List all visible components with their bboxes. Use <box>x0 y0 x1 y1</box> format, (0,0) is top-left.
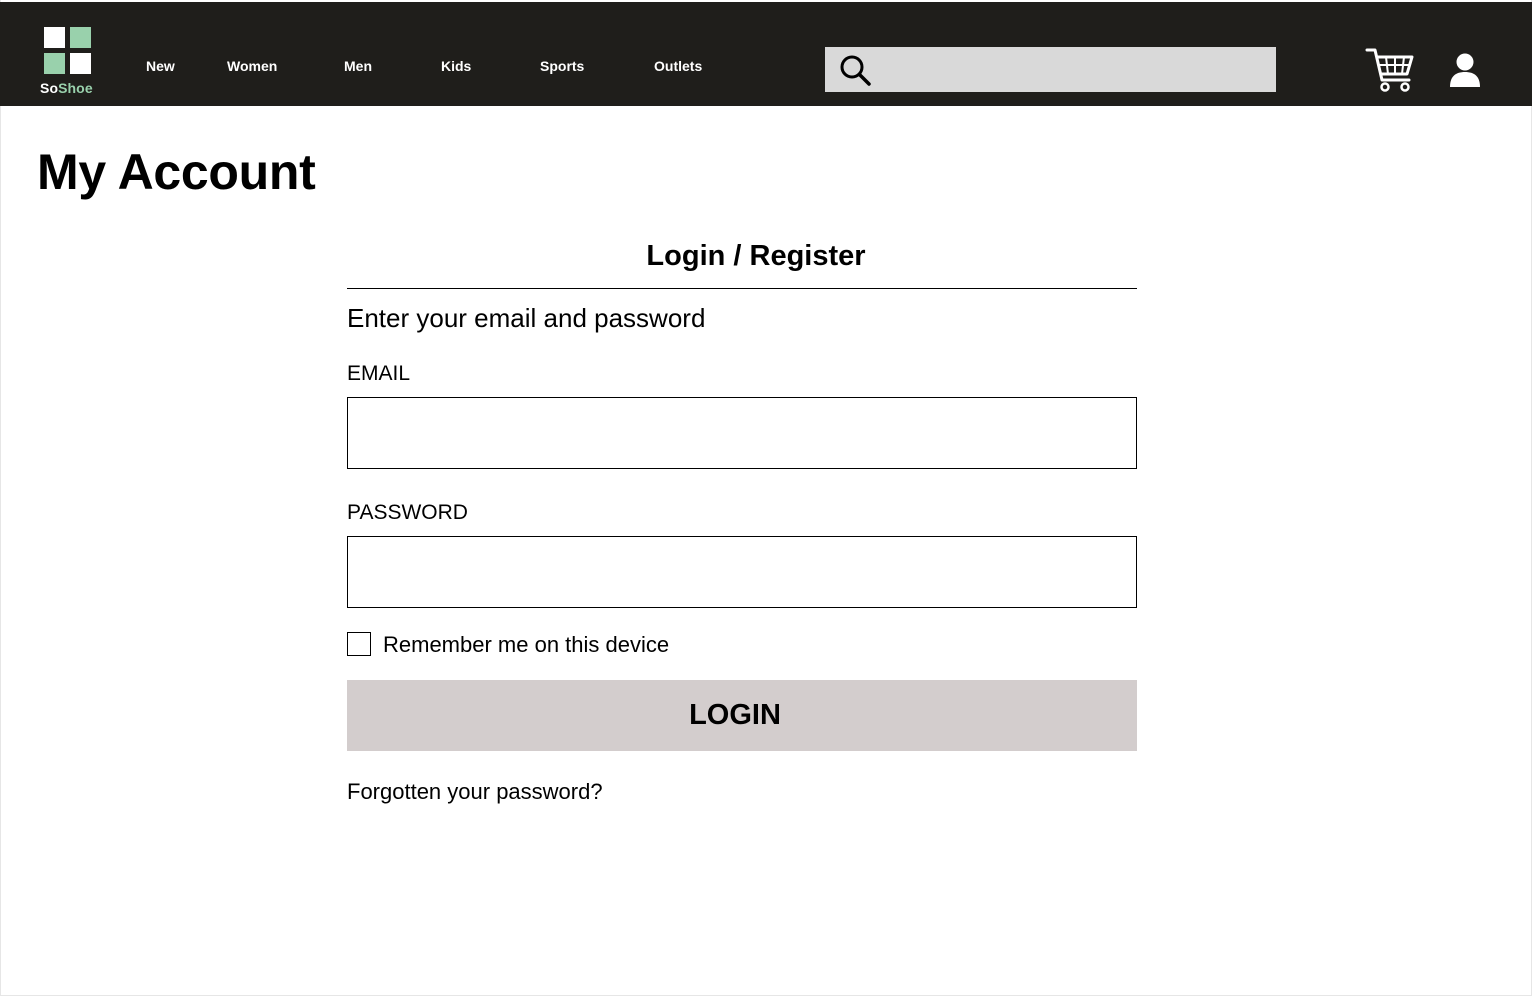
brand-name-part1: So <box>40 80 59 96</box>
search-bar <box>825 47 1276 94</box>
password-label: PASSWORD <box>347 501 468 524</box>
soshoe-logo[interactable]: SoShoe <box>38 25 98 97</box>
login-button[interactable]: LOGIN <box>347 680 1137 751</box>
nav-item-outlets[interactable]: Outlets <box>654 58 702 74</box>
email-label: EMAIL <box>347 362 411 385</box>
user-icon[interactable] <box>1447 52 1483 88</box>
nav-item-kids[interactable]: Kids <box>441 58 471 74</box>
remember-me-row: Remember me on this device <box>347 632 1137 658</box>
search-icon[interactable] <box>838 53 872 87</box>
nav-item-new[interactable]: New <box>146 58 175 74</box>
remember-me-checkbox[interactable] <box>347 632 371 656</box>
email-field[interactable] <box>347 397 1137 469</box>
search-input[interactable] <box>881 47 1270 94</box>
login-form: Login / Register Enter your email and pa… <box>347 236 1137 805</box>
brand-name-part2: Shoe <box>58 80 93 96</box>
logo-square <box>44 27 65 48</box>
nav-item-sports[interactable]: Sports <box>540 58 584 74</box>
nav-item-men[interactable]: Men <box>344 58 372 74</box>
logo-square <box>70 53 91 74</box>
cart-icon[interactable] <box>1365 46 1415 92</box>
login-instructions: Enter your email and password <box>347 303 706 333</box>
divider <box>347 288 1137 289</box>
login-register-heading: Login / Register <box>646 240 866 272</box>
brand-name: SoShoe <box>40 80 93 96</box>
nav-item-women[interactable]: Women <box>227 58 277 74</box>
logo-square <box>44 53 65 74</box>
password-field[interactable] <box>347 536 1137 608</box>
logo-square <box>70 27 91 48</box>
top-navigation-bar: SoShoe New Women Men Kids Sports Outlets <box>0 2 1532 106</box>
remember-me-label[interactable]: Remember me on this device <box>383 632 669 658</box>
page-title: My Account <box>37 144 316 200</box>
forgot-password-link[interactable]: Forgotten your password? <box>347 779 603 805</box>
